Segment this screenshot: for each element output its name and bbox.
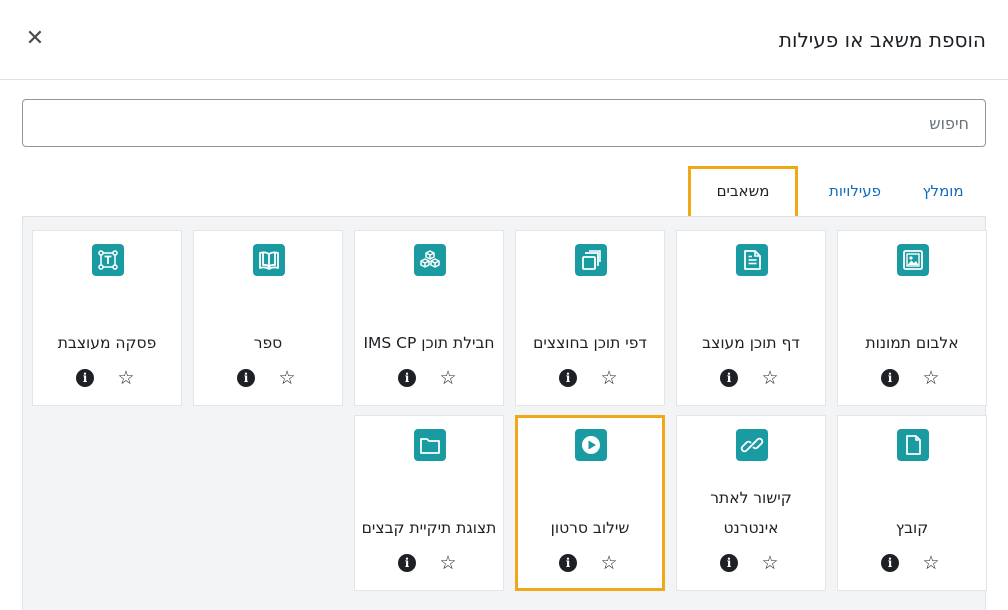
page-icon xyxy=(736,244,768,276)
info-icon[interactable]: i xyxy=(237,369,255,387)
card-actions: i ☆ xyxy=(878,367,950,391)
modal-title: הוספת משאב או פעילות xyxy=(778,28,986,52)
star-icon[interactable]: ☆ xyxy=(759,552,781,574)
star-icon[interactable]: ☆ xyxy=(115,367,137,389)
file-icon xyxy=(897,429,929,461)
module-card-file[interactable]: קובץ i ☆ xyxy=(837,415,987,591)
module-label: פסקה מעוצבת xyxy=(57,334,157,352)
card-actions: i ☆ xyxy=(73,367,145,391)
card-actions: i ☆ xyxy=(234,367,306,391)
module-label: קובץ xyxy=(895,519,929,537)
modal-header: הוספת משאב או פעילות ✕ xyxy=(0,0,1008,80)
card-actions: i ☆ xyxy=(556,367,628,391)
video-play-icon xyxy=(575,429,607,461)
module-label: אלבום תמונות xyxy=(865,334,959,352)
module-card-image-gallery[interactable]: אלבום תמונות i ☆ xyxy=(837,230,987,406)
text-media-area-icon xyxy=(92,244,124,276)
star-icon[interactable]: ☆ xyxy=(920,367,942,389)
module-card-url[interactable]: קישור לאתר אינטרנט i ☆ xyxy=(676,415,826,591)
ims-package-icon xyxy=(414,244,446,276)
card-actions: i ☆ xyxy=(556,552,628,576)
module-label: קישור לאתר אינטרנט xyxy=(710,489,792,537)
star-icon[interactable]: ☆ xyxy=(437,552,459,574)
tabbed-pages-icon xyxy=(575,244,607,276)
info-icon[interactable]: i xyxy=(559,369,577,387)
info-icon[interactable]: i xyxy=(881,369,899,387)
star-icon[interactable]: ☆ xyxy=(598,367,620,389)
star-icon[interactable]: ☆ xyxy=(437,367,459,389)
module-label: דפי תוכן בחוצצים xyxy=(533,334,647,352)
folder-icon xyxy=(414,429,446,461)
card-actions: i ☆ xyxy=(717,552,789,576)
star-icon[interactable]: ☆ xyxy=(598,552,620,574)
close-icon[interactable]: ✕ xyxy=(24,26,46,52)
card-actions: i ☆ xyxy=(878,552,950,576)
book-icon xyxy=(253,244,285,276)
module-card-page[interactable]: דף תוכן מעוצב i ☆ xyxy=(676,230,826,406)
tab-recommended[interactable]: מומלץ xyxy=(900,166,986,216)
card-actions: i ☆ xyxy=(395,367,467,391)
info-icon[interactable]: i xyxy=(398,369,416,387)
info-icon[interactable]: i xyxy=(720,554,738,572)
module-card-text-media-area[interactable]: פסקה מעוצבת i ☆ xyxy=(32,230,182,406)
card-actions: i ☆ xyxy=(395,552,467,576)
star-icon[interactable]: ☆ xyxy=(920,552,942,574)
info-icon[interactable]: i xyxy=(559,554,577,572)
tab-activities[interactable]: פעילויות xyxy=(812,166,898,216)
card-actions: i ☆ xyxy=(717,367,789,391)
module-card-tabbed-pages[interactable]: דפי תוכן בחוצצים i ☆ xyxy=(515,230,665,406)
module-card-book[interactable]: ספר i ☆ xyxy=(193,230,343,406)
info-icon[interactable]: i xyxy=(720,369,738,387)
module-label: תצוגת תיקיית קבצים xyxy=(361,519,497,537)
image-gallery-icon xyxy=(897,244,929,276)
module-card-video[interactable]: שילוב סרטון i ☆ xyxy=(515,415,665,591)
link-icon xyxy=(736,429,768,461)
module-label: ספר xyxy=(253,334,283,352)
module-label: שילוב סרטון xyxy=(550,519,630,537)
info-icon[interactable]: i xyxy=(398,554,416,572)
module-label: דף תוכן מעוצב xyxy=(702,334,800,352)
module-label: חבילת תוכן IMS CP xyxy=(363,334,495,352)
modules-panel: אלבום תמונות i ☆ דף תוכן מעוצב i ☆ דפי ת… xyxy=(22,216,987,610)
info-icon[interactable]: i xyxy=(881,554,899,572)
star-icon[interactable]: ☆ xyxy=(759,367,781,389)
module-card-folder[interactable]: תצוגת תיקיית קבצים i ☆ xyxy=(354,415,504,591)
tab-resources[interactable]: משאבים xyxy=(688,166,798,216)
star-icon[interactable]: ☆ xyxy=(276,367,298,389)
info-icon[interactable]: i xyxy=(76,369,94,387)
module-card-ims-package[interactable]: חבילת תוכן IMS CP i ☆ xyxy=(354,230,504,406)
search-input[interactable] xyxy=(22,99,986,147)
